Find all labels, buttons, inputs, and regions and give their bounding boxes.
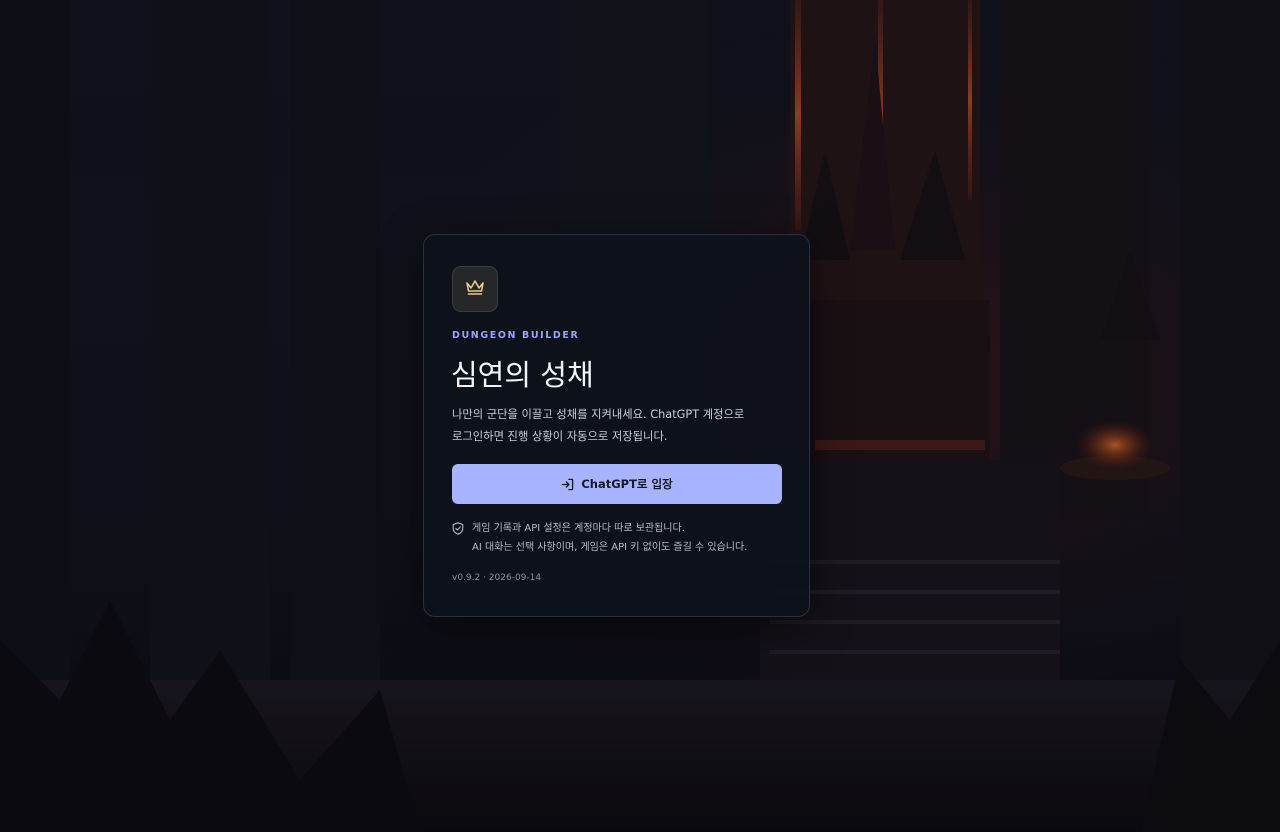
description-line-1: 나만의 군단을 이끌고 성채를 지켜내세요. ChatGPT 계정으로 (452, 408, 745, 421)
description-text: 나만의 군단을 이끌고 성채를 지켜내세요. ChatGPT 계정으로 로그인하… (452, 404, 782, 448)
logo-badge (452, 266, 498, 312)
login-card: DUNGEON BUILDER 심연의 성채 나만의 군단을 이끌고 성채를 지… (423, 234, 810, 617)
app-eyebrow-label: DUNGEON BUILDER (452, 330, 580, 341)
description-line-2: 로그인하면 진행 상황이 자동으로 저장됩니다. (452, 430, 668, 443)
notice-line-1: 게임 기록과 API 설정은 계정마다 따로 보관됩니다. (472, 523, 685, 534)
version-label: v0.9.2 · 2026-09-14 (452, 573, 542, 583)
login-icon (561, 478, 574, 491)
crown-icon (465, 278, 485, 300)
chatgpt-login-button[interactable]: ChatGPT로 입장 (452, 464, 782, 504)
page-title: 심연의 성채 (451, 358, 594, 392)
login-button-label: ChatGPT로 입장 (581, 477, 673, 491)
shield-check-icon (452, 520, 464, 539)
notice-line-2: AI 대화는 선택 사항이며, 게임은 API 키 없이도 즐길 수 있습니다. (472, 542, 748, 553)
